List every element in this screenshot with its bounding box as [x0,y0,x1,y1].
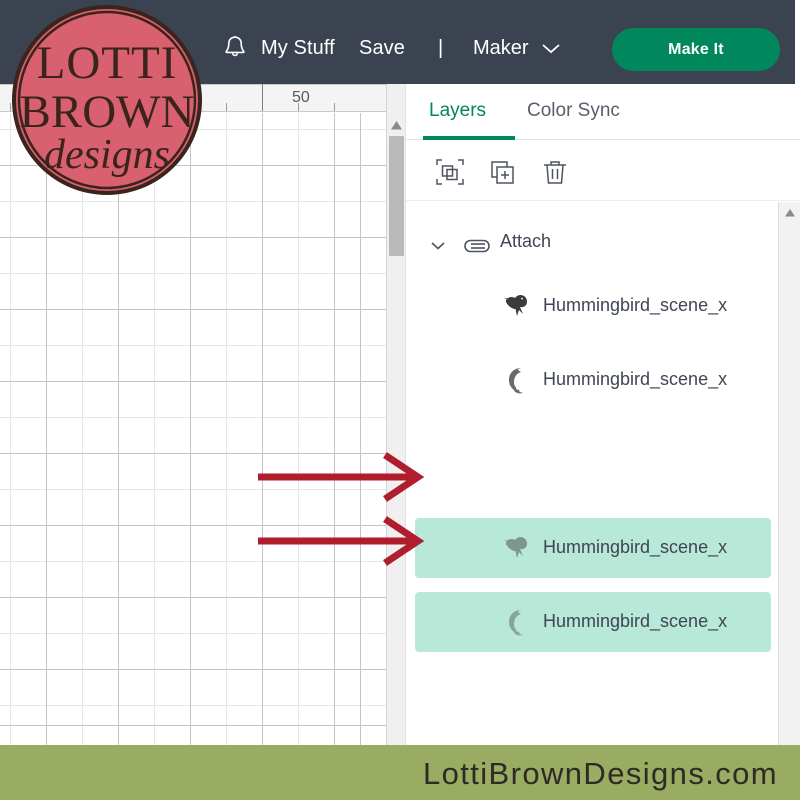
bell-icon[interactable] [222,34,248,62]
triangle-up-icon[interactable] [390,120,403,131]
layer-row-4[interactable]: Hummingbird_scene_x [415,592,771,652]
layer-row-1[interactable]: Hummingbird_scene_x [415,276,771,336]
tab-layers[interactable]: Layers [429,100,486,122]
chevron-down-icon[interactable] [429,238,447,252]
attach-group-row[interactable]: Attach [406,226,779,266]
panel-vertical-scrollbar[interactable] [778,202,800,745]
layer-row-2[interactable]: Hummingbird_scene_x [415,350,771,410]
layer-name: Hummingbird_scene_x [543,295,728,315]
lotti-brown-logo: LOTTI BROWN designs [9,2,205,198]
panel-tabs: Layers Color Sync [406,84,800,140]
group-icon[interactable] [433,155,467,189]
ruler-label-50: 50 [292,89,310,106]
layers-panel: Layers Color Sync Attach Hummingbird_sce… [405,84,800,745]
foliage-icon [499,362,535,398]
layer-row-3[interactable]: Hummingbird_scene_x [415,518,771,578]
ruler-tick [262,84,263,111]
chevron-down-icon[interactable] [540,41,562,55]
layers-list: Attach Hummingbird_scene_x Hummingbird_s… [406,202,779,745]
hummingbird-icon [499,288,535,324]
save-button[interactable]: Save [359,37,405,60]
cricut-design-space-window: My Stuff Save | Maker Make It 50 Layers … [0,0,800,800]
active-tab-underline [423,136,515,140]
layer-name: Hummingbird_scene_x [543,537,728,557]
svg-text:LOTTI: LOTTI [37,37,178,89]
site-footer: LottiBrownDesigns.com [0,745,800,800]
header-right-edge [795,0,800,84]
ruler-tick [226,103,227,111]
canvas-grid[interactable] [0,113,386,745]
svg-text:designs: designs [44,132,170,178]
make-it-button[interactable]: Make It [612,28,780,71]
canvas-vertical-scrollbar[interactable] [386,84,405,745]
triangle-up-icon[interactable] [784,208,796,218]
hummingbird-icon [499,530,535,566]
tab-color-sync[interactable]: Color Sync [527,100,620,122]
footer-website-text: LottiBrownDesigns.com [422,756,778,791]
header-divider: | [438,37,444,59]
panel-toolbar [406,141,800,201]
duplicate-icon[interactable] [486,155,520,189]
ruler-tick [334,103,335,111]
paperclip-icon [463,236,491,256]
svg-text:BROWN: BROWN [20,86,195,138]
machine-selector-label[interactable]: Maker [473,37,529,60]
scrollbar-thumb[interactable] [389,136,404,256]
attach-label: Attach [500,231,552,251]
layer-name: Hummingbird_scene_x [543,611,728,631]
foliage-icon [499,604,535,640]
layer-name: Hummingbird_scene_x [543,369,728,389]
my-stuff-link[interactable]: My Stuff [261,37,335,60]
delete-icon[interactable] [538,155,572,189]
